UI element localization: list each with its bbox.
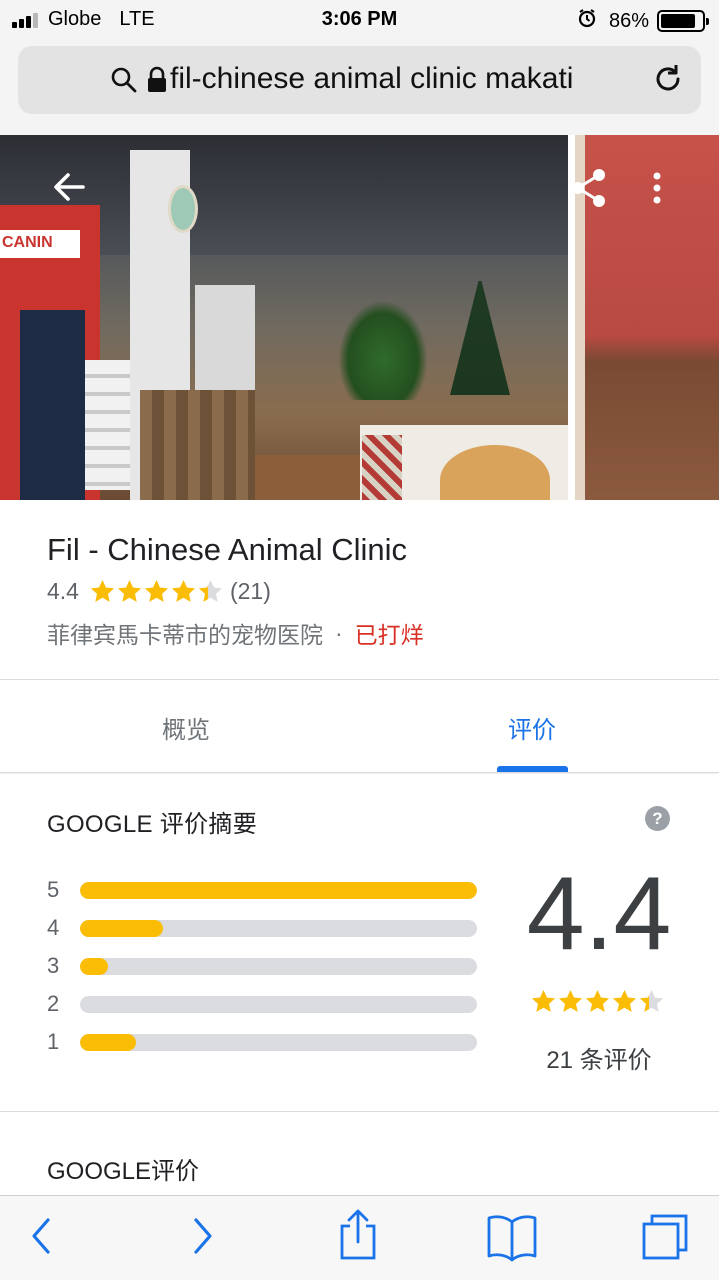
alarm-icon — [577, 8, 597, 34]
share-icon[interactable] — [336, 1208, 380, 1267]
star-icon — [144, 580, 169, 602]
tab-bar: 概览 评价 — [0, 680, 719, 773]
star-icon — [612, 990, 637, 1012]
google-reviews-title: GOOGLE评价 — [47, 1158, 200, 1185]
rating-bar-track — [80, 1033, 477, 1051]
address-bar-icons — [110, 66, 168, 99]
browser-toolbar — [0, 1195, 719, 1280]
tab-reviews[interactable]: 评价 — [432, 710, 632, 745]
battery-icon — [657, 10, 709, 32]
rating-bar-label: 1 — [47, 1029, 60, 1054]
share-icon[interactable] — [568, 167, 610, 214]
tab-overview[interactable]: 概览 — [86, 710, 286, 745]
status-bar: Globe LTE 3:06 PM 86% — [0, 0, 719, 40]
chevron-right-icon[interactable] — [188, 1214, 216, 1263]
star-icon — [585, 990, 610, 1012]
google-reviews-section: GOOGLE评价 — [0, 1113, 719, 1195]
rating-bar-3[interactable]: 3 — [47, 953, 477, 978]
review-count: (21) — [229, 578, 271, 604]
average-score: 4.4 — [526, 856, 672, 972]
separator-dot: · — [335, 619, 343, 646]
average-stars — [530, 988, 665, 1020]
chevron-left-icon[interactable] — [28, 1214, 56, 1263]
reload-icon[interactable] — [651, 62, 685, 101]
star-icon — [531, 990, 556, 1012]
rating-value: 4.4 — [47, 578, 79, 604]
rating-bar-1[interactable]: 1 — [47, 1029, 477, 1054]
star-icon — [90, 580, 115, 602]
arrow-left-icon[interactable] — [50, 168, 88, 211]
rating-bar-fill — [80, 1033, 136, 1051]
rating-bar-fill — [80, 919, 164, 937]
rating-bar-label: 3 — [47, 953, 60, 978]
rating-bar-label: 4 — [47, 915, 60, 940]
rating-bar-2[interactable]: 2 — [47, 991, 477, 1016]
place-meta: 菲律宾馬卡蒂市的宠物医院 · 已打烊 — [47, 616, 424, 650]
place-name: Fil - Chinese Animal Clinic — [47, 532, 408, 567]
review-summary: GOOGLE 评价摘要 ? 5 4 3 2 1 4.4 21 条评价 — [0, 774, 719, 1112]
rating-bar-label: 2 — [47, 991, 60, 1016]
rating-bar-4[interactable]: 4 — [47, 915, 477, 940]
url-text[interactable]: fil-chinese animal clinic makati — [170, 62, 573, 96]
rating-bar-5[interactable]: 5 — [47, 877, 477, 902]
lock-icon — [146, 66, 168, 99]
status-right: 86% — [577, 8, 709, 34]
rating-bar-track — [80, 881, 477, 899]
star-icon — [558, 990, 583, 1012]
star-icon — [639, 990, 664, 1012]
rating-bar-label: 5 — [47, 877, 60, 902]
browser-chrome: fil-chinese animal clinic makati — [0, 40, 719, 135]
more-vert-icon[interactable] — [650, 170, 664, 211]
help-icon[interactable]: ? — [645, 806, 670, 831]
rating-bar-fill — [80, 957, 108, 975]
tabs-icon[interactable] — [638, 1210, 692, 1269]
rating-bar-track — [80, 995, 477, 1013]
rating-bar-fill — [80, 881, 477, 899]
bookmarks-icon[interactable] — [485, 1212, 539, 1267]
photo-sign: CANIN — [0, 230, 80, 258]
star-icon — [171, 580, 196, 602]
review-total[interactable]: 21 条评价 — [520, 1040, 678, 1075]
rating-bar-track — [80, 957, 477, 975]
battery-percent: 86% — [608, 9, 649, 32]
summary-title: GOOGLE 评价摘要 — [47, 811, 257, 838]
star-icon — [117, 580, 142, 602]
active-tab-indicator — [497, 766, 568, 772]
rating-bar-track — [80, 919, 477, 937]
rating-row[interactable]: 4.4 (21) — [47, 578, 271, 605]
address-bar[interactable]: fil-chinese animal clinic makati — [18, 46, 701, 114]
open-status: 已打烊 — [354, 622, 424, 648]
rating-stars — [89, 578, 224, 605]
search-icon — [110, 66, 138, 99]
star-icon — [198, 580, 223, 602]
place-category: 菲律宾馬卡蒂市的宠物医院 — [47, 622, 323, 648]
place-header: Fil - Chinese Animal Clinic 4.4 (21) 菲律宾… — [0, 500, 719, 680]
